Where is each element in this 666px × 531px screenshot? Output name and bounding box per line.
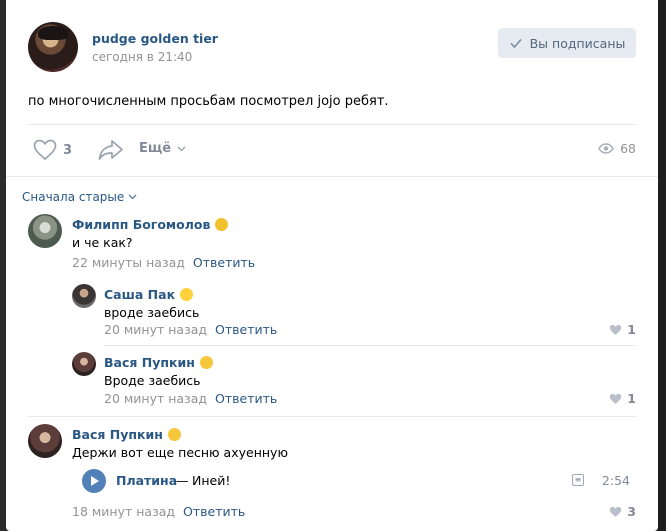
comment-like-count: 3 <box>627 504 636 519</box>
sunglasses-face-icon <box>199 356 213 369</box>
comment-author-link[interactable]: Вася Пупкин <box>72 427 181 442</box>
comment-author-name: Вася Пупкин <box>104 355 195 370</box>
comment-time[interactable]: 22 минуты назад <box>72 255 185 270</box>
like-button[interactable]: 3 <box>33 139 72 161</box>
share-button[interactable] <box>98 139 124 161</box>
more-dropdown[interactable]: Ещё <box>139 141 186 156</box>
share-arrow-icon <box>98 140 123 160</box>
subscribed-button[interactable]: Вы подписаны <box>498 28 636 58</box>
chevron-down-icon <box>128 194 137 200</box>
background-edge <box>658 0 666 531</box>
post-actions: 3 Ещё 68 <box>28 136 636 164</box>
heart-icon <box>33 139 57 161</box>
comment-like-button[interactable]: 1 <box>609 391 636 406</box>
cat-face-icon <box>215 218 229 231</box>
comment-author-link[interactable]: Филипп Богомолов <box>72 217 229 232</box>
more-label: Ещё <box>139 141 172 156</box>
comment-author-name: Вася Пупкин <box>72 427 163 442</box>
heart-icon <box>610 393 622 404</box>
subscribed-label: Вы подписаны <box>529 35 626 51</box>
comment-like-button[interactable]: 3 <box>609 504 636 519</box>
audio-artist[interactable]: Платина <box>116 473 177 488</box>
post-text: по многочисленным просьбам посмотрел joj… <box>28 94 389 109</box>
comment-meta: 18 минут назад Ответить <box>72 504 245 519</box>
comment-time[interactable]: 20 минут назад <box>104 391 207 406</box>
post-date[interactable]: сегодня в 21:40 <box>92 50 192 64</box>
audio-title[interactable]: Иней! <box>192 473 230 488</box>
comment-text: вроде заебись <box>104 305 200 320</box>
like-count: 3 <box>63 142 73 158</box>
comment-time[interactable]: 18 минут назад <box>72 504 175 519</box>
chevron-down-icon <box>177 146 186 151</box>
post-header: pudge golden tier сегодня в 21:40 Вы под… <box>28 22 636 74</box>
comment-like-count: 1 <box>627 391 636 406</box>
views-count: 68 <box>620 141 636 156</box>
reply-button[interactable]: Ответить <box>215 391 277 406</box>
comment-author-link[interactable]: Вася Пупкин <box>104 355 213 370</box>
divider <box>28 416 636 417</box>
chick-icon <box>180 288 194 301</box>
comment-author-name: Саша Пак <box>104 287 176 302</box>
sunglasses-face-icon <box>167 428 181 441</box>
comment-text: Держи вот еще песню ахуенную <box>72 445 288 460</box>
eye-icon <box>598 143 614 154</box>
comment-like-button[interactable]: 1 <box>609 322 636 337</box>
reply-button[interactable]: Ответить <box>193 255 255 270</box>
audio-attachment[interactable]: Платина — Иней! ≡ 2:54 <box>82 469 636 493</box>
commenter-avatar[interactable] <box>72 284 96 308</box>
author-avatar[interactable] <box>28 22 78 72</box>
comment-author-link[interactable]: Саша Пак <box>104 287 194 302</box>
commenter-avatar[interactable] <box>28 424 62 458</box>
comment-reply-item: Вася Пупкин Вроде заебись 20 минут назад… <box>72 352 636 408</box>
comment-author-name: Филипп Богомолов <box>72 217 211 232</box>
comment-text: и че как? <box>72 235 133 250</box>
comment-item: Филипп Богомолов и че как? 22 минуты наз… <box>28 214 636 274</box>
commenter-avatar[interactable] <box>72 352 96 376</box>
divider <box>104 345 636 346</box>
reply-button[interactable]: Ответить <box>215 322 277 337</box>
views-counter: 68 <box>598 141 636 156</box>
checkmark-icon <box>510 38 522 49</box>
comment-meta: 20 минут назад Ответить <box>104 391 277 406</box>
comment-reply-item: Саша Пак вроде заебись 20 минут назад Отв… <box>72 284 636 340</box>
post-author-link[interactable]: pudge golden tier <box>92 31 218 46</box>
audio-duration: 2:54 <box>601 473 630 488</box>
comment-like-count: 1 <box>627 322 636 337</box>
divider <box>6 176 658 177</box>
heart-icon <box>610 324 622 335</box>
audio-separator: — <box>176 473 189 488</box>
comment-text: Вроде заебись <box>104 373 201 388</box>
divider <box>28 124 636 125</box>
comments-sort-dropdown[interactable]: Сначала старые <box>22 190 137 204</box>
play-icon[interactable] <box>82 469 106 493</box>
lyrics-icon[interactable]: ≡ <box>572 474 584 486</box>
reply-button[interactable]: Ответить <box>183 504 245 519</box>
heart-icon <box>610 506 622 517</box>
commenter-avatar[interactable] <box>28 214 62 248</box>
sort-label: Сначала старые <box>22 190 125 204</box>
comment-meta: 20 минут назад Ответить <box>104 322 277 337</box>
comment-time[interactable]: 20 минут назад <box>104 322 207 337</box>
post-card: pudge golden tier сегодня в 21:40 Вы под… <box>6 0 658 531</box>
comment-meta: 22 минуты назад Ответить <box>72 255 255 270</box>
